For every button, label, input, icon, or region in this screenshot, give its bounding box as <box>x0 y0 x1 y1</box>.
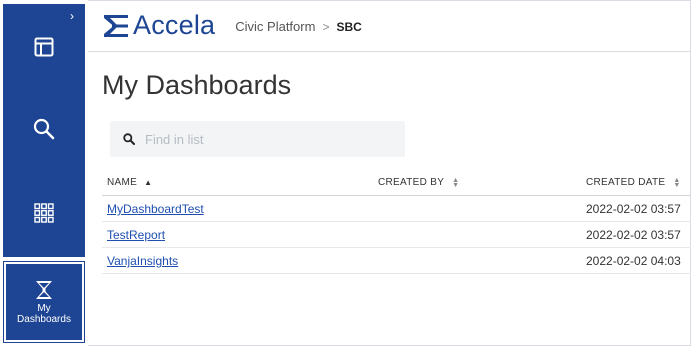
breadcrumb-parent[interactable]: Civic Platform <box>235 19 315 34</box>
table-row: TestReport 2022-02-02 03:57 <box>102 222 691 248</box>
sort-toggle-icon: ▲ ▼ <box>673 176 681 189</box>
search-icon <box>33 118 55 140</box>
sidebar-item-my-dashboards[interactable]: My Dashboards <box>3 261 85 343</box>
accela-logo-icon <box>104 14 128 37</box>
dashboard-link[interactable]: MyDashboardTest <box>107 202 204 216</box>
sidebar: › My Dashboards <box>0 0 88 346</box>
page-title: My Dashboards <box>102 70 292 100</box>
breadcrumb-separator: > <box>322 19 330 34</box>
search-icon <box>123 133 135 145</box>
dashboards-table: NAME ▲ CREATED BY ▲ ▼ CREATED DATE ▲ ▼ MyD… <box>102 168 691 274</box>
sidebar-item-layout[interactable] <box>3 30 85 64</box>
search-input[interactable] <box>145 131 375 147</box>
column-header-label: CREATED DATE <box>586 177 666 188</box>
created-date-cell: 2022-02-02 03:57 <box>586 228 681 242</box>
search-box[interactable] <box>110 121 405 157</box>
column-header-label: CREATED BY <box>378 177 445 188</box>
column-header-created-by[interactable]: CREATED BY ▲ ▼ <box>378 176 460 189</box>
chevron-right-icon[interactable]: › <box>70 10 74 22</box>
sidebar-item-apps[interactable] <box>3 196 85 230</box>
dashboard-link[interactable]: TestReport <box>107 228 165 242</box>
logo-text: Accela <box>133 10 216 40</box>
grid-apps-icon <box>34 203 54 223</box>
column-header-label: NAME <box>107 177 138 188</box>
sort-toggle-icon: ▲ ▼ <box>452 176 460 189</box>
breadcrumb-current: SBC <box>336 19 362 34</box>
top-header: Accela Civic Platform > SBC <box>88 0 691 52</box>
table-row: MyDashboardTest 2022-02-02 03:57 <box>102 196 691 222</box>
table-row: VanjaInsights 2022-02-02 04:03 <box>102 248 691 274</box>
breadcrumb: Civic Platform > SBC <box>235 19 362 34</box>
table-header: NAME ▲ CREATED BY ▲ ▼ CREATED DATE ▲ ▼ <box>102 168 691 196</box>
sidebar-item-search[interactable] <box>3 112 85 146</box>
created-date-cell: 2022-02-02 04:03 <box>586 254 681 268</box>
column-header-created-date[interactable]: CREATED DATE ▲ ▼ <box>586 176 681 189</box>
created-date-cell: 2022-02-02 03:57 <box>586 202 681 216</box>
window-layout-icon <box>34 37 54 57</box>
sidebar-item-label: My Dashboards <box>17 302 71 325</box>
hourglass-dashboards-icon <box>36 280 52 299</box>
accela-logo[interactable]: Accela <box>104 12 215 39</box>
column-header-name[interactable]: NAME ▲ <box>107 177 152 188</box>
dashboard-link[interactable]: VanjaInsights <box>107 254 178 268</box>
sort-ascending-icon: ▲ <box>144 178 153 187</box>
